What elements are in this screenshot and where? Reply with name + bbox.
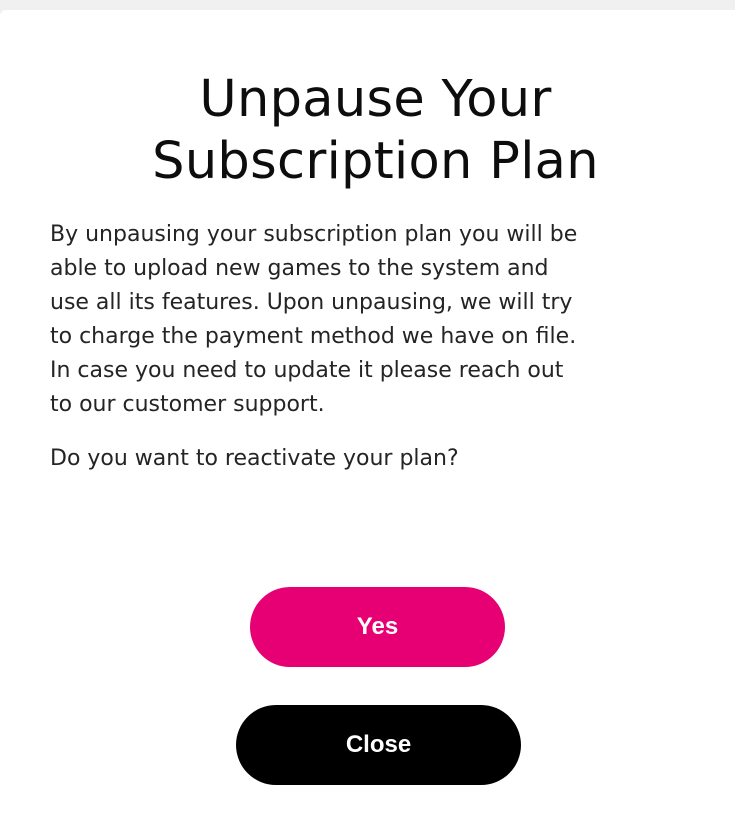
close-button[interactable]: Close: [236, 705, 521, 785]
unpause-subscription-dialog: Unpause Your Subscription Plan By unpaus…: [0, 10, 735, 820]
yes-button[interactable]: Yes: [250, 587, 505, 667]
dialog-description: By unpausing your subscription plan you …: [50, 222, 578, 417]
dialog-question: Do you want to reactivate your plan?: [50, 446, 459, 471]
dialog-title: Unpause Your Subscription Plan: [152, 70, 599, 191]
